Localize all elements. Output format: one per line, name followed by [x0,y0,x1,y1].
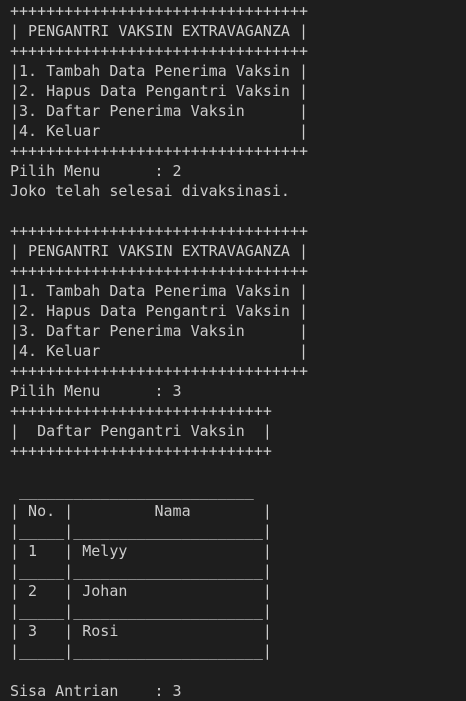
menu-choice-prompt: Pilih Menu : 2 [10,162,182,180]
table-row: | 1 | Melyy | [10,542,272,560]
table-row-separator: |_____|_____________________| [10,522,272,540]
menu-option-list: |3. Daftar Penerima Vaksin | [10,102,309,120]
menu-option-exit: |4. Keluar | [10,122,309,140]
menu-option-add: |1. Tambah Data Penerima Vaksin | [10,62,309,80]
list-title: | Daftar Pengantri Vaksin | [10,422,272,440]
table-row-separator: |_____|_____________________| [10,562,272,580]
menu-border-top: +++++++++++++++++++++++++++++++++ [10,2,309,20]
menu-border: +++++++++++++++++++++++++++++++++ [10,262,309,280]
vaccination-done-message: Joko telah selesai divaksinasi. [10,182,290,200]
menu-choice-prompt: Pilih Menu : 3 [10,382,182,400]
menu-option-remove: |2. Hapus Data Pengantri Vaksin | [10,302,309,320]
menu-title: | PENGANTRI VAKSIN EXTRAVAGANZA | [10,22,309,40]
table-row: | 2 | Johan | [10,582,272,600]
menu-option-add: |1. Tambah Data Penerima Vaksin | [10,282,309,300]
menu-border-bottom: +++++++++++++++++++++++++++++++++ [10,362,309,380]
menu-border: +++++++++++++++++++++++++++++++++ [10,42,309,60]
table-header: | No. | Nama | [10,502,272,520]
terminal-output: +++++++++++++++++++++++++++++++++ | PENGA… [10,1,308,701]
table-row: | 3 | Rosi | [10,622,272,640]
list-border-top: +++++++++++++++++++++++++++++ [10,402,272,420]
menu-title: | PENGANTRI VAKSIN EXTRAVAGANZA | [10,242,309,260]
table-row-separator: |_____|_____________________| [10,642,272,660]
table-top-border: __________________________ [10,482,254,500]
menu-border-top: +++++++++++++++++++++++++++++++++ [10,222,309,240]
table-row-separator: |_____|_____________________| [10,602,272,620]
menu-option-list: |3. Daftar Penerima Vaksin | [10,322,309,340]
menu-option-exit: |4. Keluar | [10,342,309,360]
menu-option-remove: |2. Hapus Data Pengantri Vaksin | [10,82,309,100]
list-border-bottom: +++++++++++++++++++++++++++++ [10,442,272,460]
remaining-queue-count: Sisa Antrian : 3 [10,682,182,700]
menu-border-bottom: +++++++++++++++++++++++++++++++++ [10,142,309,160]
